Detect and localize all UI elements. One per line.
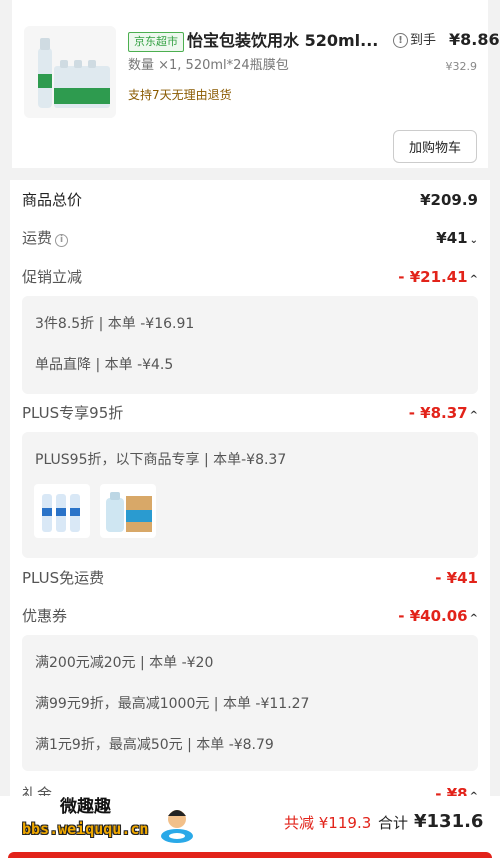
coupon-item: 满1元9折，最高减50元 | 本单 -¥8.79 [35,737,274,753]
promo-row[interactable]: 促销立减 - ¥21.41 ^ [22,264,478,290]
discount-total: 共减 ¥119.3 [284,814,372,832]
goods-total-row: 商品总价 ¥209.9 [22,187,478,213]
plus-product-thumb[interactable] [34,484,90,538]
promo-value: - ¥21.41 [398,268,468,286]
coupon-label: 优惠券 [22,607,68,625]
plus-free-shipping-label: PLUS免运费 [22,569,105,587]
watermark: 微趣趣 bbs.weiququ.cn [22,796,202,854]
plus-discount-desc: PLUS95折，以下商品专享 | 本单-¥8.37 [35,452,287,468]
plus-discount-value-wrap[interactable]: - ¥8.37 ^ [409,400,478,429]
promo-item: 单品直降 | 本单 -¥4.5 [35,357,174,373]
shipping-label: 运费 [22,229,53,247]
promo-item: 3件8.5折 | 本单 -¥16.91 [35,316,195,332]
checkout-bar: 微趣趣 bbs.weiququ.cn 共减 ¥119.3 合计 ¥131.6 [0,796,500,858]
plus-free-shipping-row: PLUS免运费 - ¥41 [22,565,478,591]
shipping-value-wrap[interactable]: ¥41 ⌄ [436,225,478,254]
final-price: ¥8.86 [449,30,500,49]
plus-detail-box: PLUS95折，以下商品专享 | 本单-¥8.37 [22,432,478,558]
final-price-label: 到手 [410,33,437,48]
store-tag: 京东超市 [128,32,184,52]
coupon-value: - ¥40.06 [398,607,468,625]
goods-total-value: ¥209.9 [420,191,478,209]
plus-discount-row[interactable]: PLUS专享95折 - ¥8.37 ^ [22,400,478,426]
add-to-cart-button[interactable]: 加购物车 [393,130,477,163]
product-title[interactable]: 怡宝包装饮用水 520ml... [187,30,382,52]
info-icon[interactable]: ! [393,33,408,48]
mascot-icon [161,810,193,843]
watermark-title: 微趣趣 [60,797,111,817]
plus-free-shipping-value: - ¥41 [435,569,478,587]
coupon-value-wrap[interactable]: - ¥40.06 ^ [398,603,478,632]
coupon-detail-box: 满200元减20元 | 本单 -¥20 满99元9折，最高减1000元 | 本单… [22,635,478,771]
coupon-item: 满200元减20元 | 本单 -¥20 [35,655,214,671]
return-policy: 支持7天无理由退货 [128,88,232,102]
promo-value-wrap[interactable]: - ¥21.41 ^ [398,264,478,293]
product-card[interactable]: 京东超市 怡宝包装饮用水 520ml... ! 到手 ¥8.86 数量 ×1, … [12,0,500,168]
plus-discount-value: - ¥8.37 [408,404,468,422]
chevron-up-icon: ^ [469,410,478,421]
shipping-row[interactable]: 运费 i ¥41 ⌄ [22,225,478,251]
grand-total-label: 合计 [378,814,409,832]
watermark-url: bbs.weiququ.cn [22,820,149,838]
original-price: ¥32.9 [445,60,478,73]
goods-total-label: 商品总价 [22,191,83,209]
product-image[interactable] [24,26,116,118]
chevron-up-icon: ^ [469,274,478,285]
grand-total: ¥131.6 [414,811,484,832]
coupon-item: 满99元9折，最高减1000元 | 本单 -¥11.27 [35,696,310,712]
promo-detail-box: 3件8.5折 | 本单 -¥16.91 单品直降 | 本单 -¥4.5 [22,296,478,394]
coupon-row[interactable]: 优惠券 - ¥40.06 ^ [22,603,478,629]
chevron-down-icon: ⌄ [469,235,478,246]
chevron-up-icon: ^ [469,613,478,624]
price-details-panel: 商品总价 ¥209.9 运费 i ¥41 ⌄ 促销立减 - ¥21.41 ^ 3件8.… [10,180,490,820]
submit-order-button[interactable] [8,852,492,858]
shipping-label-wrap: 运费 i [22,225,69,251]
plus-discount-label: PLUS专享95折 [22,404,124,422]
product-spec: 数量 ×1, 520ml*24瓶膜包 [128,58,289,73]
promo-label: 促销立减 [22,268,83,286]
help-icon[interactable]: i [55,234,69,247]
plus-product-thumb[interactable] [100,484,156,538]
shipping-value: ¥41 [436,229,468,247]
